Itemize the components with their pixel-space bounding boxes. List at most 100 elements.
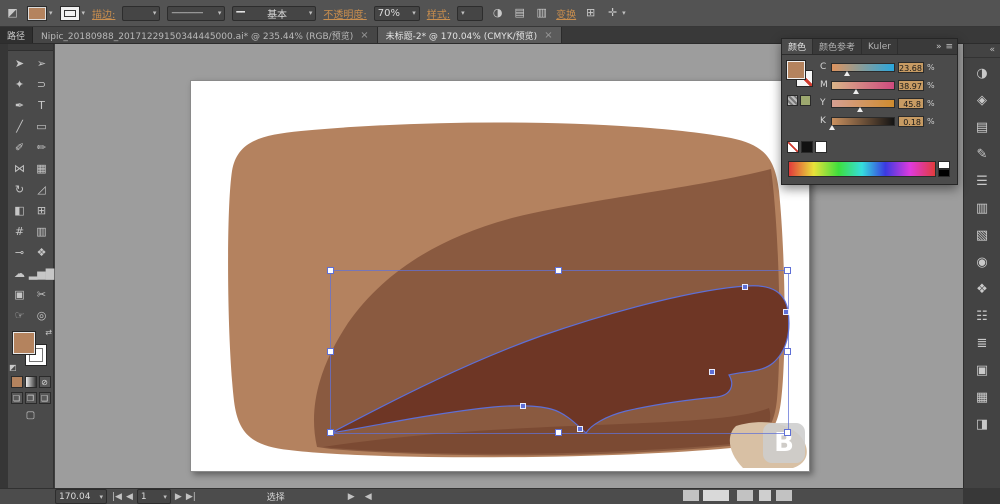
tab-close-icon[interactable]: ×	[544, 30, 552, 41]
artboard[interactable]	[190, 80, 810, 472]
spectrum-black-swatch[interactable]	[938, 169, 950, 177]
align-vertical-icon[interactable]: ▥	[534, 5, 549, 21]
k-slider-track[interactable]	[829, 116, 895, 130]
brush-definition-select[interactable]: ━━ 基本 ▾	[232, 5, 317, 21]
recolor-artwork-icon[interactable]: ◑	[490, 5, 505, 21]
color-guide-panel-icon[interactable]: ◈	[970, 88, 994, 112]
black-swatch[interactable]	[801, 141, 813, 153]
gradient-button[interactable]	[24, 376, 37, 388]
tool-zoom[interactable]: ◎	[31, 305, 53, 326]
paths-panel-tab[interactable]: 路径	[0, 27, 34, 43]
tool-rectangle[interactable]: ▭	[31, 116, 53, 137]
stroke-color-control[interactable]: ▾	[59, 5, 85, 21]
panel-swatch-icon[interactable]: ◩	[5, 5, 20, 21]
tool-magic-wand[interactable]: ✦	[9, 74, 31, 95]
tool-eyedropper[interactable]: ⊸	[9, 242, 31, 263]
y-slider-track[interactable]	[831, 98, 895, 112]
panel-menu-icon[interactable]: ≡	[945, 42, 953, 52]
tool-symbol-sprayer[interactable]: ☁	[9, 263, 31, 284]
tool-column-graph[interactable]: ▂▅▇	[29, 263, 54, 284]
transform-link[interactable]: 变换	[556, 6, 576, 21]
panel-fill-swatch[interactable]	[787, 61, 805, 79]
tool-pen[interactable]: ✒	[9, 95, 31, 116]
fill-swatch[interactable]	[27, 5, 47, 21]
taskbar-item[interactable]	[683, 490, 699, 501]
appearance-panel-icon[interactable]: ◉	[970, 250, 994, 274]
m-slider-track[interactable]	[831, 80, 895, 94]
opacity-select[interactable]: 70% ▾	[373, 5, 420, 21]
tool-artboard[interactable]: ▣	[9, 284, 31, 305]
document-tab[interactable]: Nipic_20180988_20171229150344445000.ai* …	[33, 27, 378, 43]
swap-fill-stroke-icon[interactable]: ⇄	[45, 328, 52, 337]
symbols-panel-icon[interactable]: ☷	[970, 304, 994, 328]
white-swatch[interactable]	[815, 141, 827, 153]
next-artboard-button[interactable]: ▶	[175, 492, 182, 502]
transparency-panel-icon[interactable]: ▧	[970, 223, 994, 247]
style-select[interactable]: ▾	[457, 5, 484, 21]
layers-panel-icon[interactable]: ≣	[970, 331, 994, 355]
tool-scale[interactable]: ◿	[31, 179, 53, 200]
slider-thumb[interactable]	[829, 124, 836, 130]
draw-inside-button[interactable]: ❑	[38, 392, 51, 404]
tool-rotate[interactable]: ↻	[9, 179, 31, 200]
fill-proxy-swatch[interactable]	[13, 332, 35, 354]
gray-swatch[interactable]	[800, 95, 811, 106]
color-spectrum[interactable]	[788, 161, 936, 177]
none-swatch[interactable]	[787, 141, 799, 153]
tool-mesh[interactable]: #	[9, 221, 31, 242]
dock-expand-icon[interactable]: «	[964, 44, 1000, 58]
style-link[interactable]: 样式:	[427, 6, 450, 21]
tab-kuler[interactable]: Kuler	[862, 39, 898, 54]
swatches-panel-icon[interactable]: ▤	[970, 115, 994, 139]
taskbar-item[interactable]	[759, 490, 771, 501]
taskbar-item[interactable]	[703, 490, 729, 501]
draw-behind-button[interactable]: ❐	[24, 392, 37, 404]
tool-lasso[interactable]: ⊃	[31, 74, 53, 95]
status-collapse-icon[interactable]: ◀	[365, 492, 372, 502]
slider-value[interactable]: 0.18	[898, 115, 924, 127]
stroke-weight-select[interactable]: ▾	[122, 5, 161, 21]
taskbar-item[interactable]	[776, 490, 792, 501]
prev-artboard-button[interactable]: ◀	[126, 492, 133, 502]
tool-free-transform[interactable]: ▦	[31, 158, 53, 179]
pathfinder-panel-icon[interactable]: ◨	[970, 412, 994, 436]
slider-thumb[interactable]	[843, 70, 850, 76]
document-tab[interactable]: 未标题-2* @ 170.04% (CMYK/预览) ×	[377, 27, 562, 43]
slider-value[interactable]: 45.8	[898, 97, 924, 109]
tool-shape-builder[interactable]: ◧	[9, 200, 31, 221]
tool-width[interactable]: ⋈	[9, 158, 31, 179]
artboards-panel-icon[interactable]: ▣	[970, 358, 994, 382]
screen-mode-button[interactable]: ▢	[8, 410, 53, 421]
gradient-panel-icon[interactable]: ▥	[970, 196, 994, 220]
graphic-styles-panel-icon[interactable]: ❖	[970, 277, 994, 301]
tool-perspective-grid[interactable]: ⊞	[31, 200, 53, 221]
pattern-swatch[interactable]	[787, 95, 798, 106]
taskbar-item[interactable]	[737, 490, 753, 501]
tab-color-guide[interactable]: 颜色参考	[813, 39, 863, 54]
zoom-select[interactable]: 170.04 ▾	[55, 489, 107, 504]
slider-thumb[interactable]	[857, 106, 864, 112]
tab-color[interactable]: 颜色	[782, 39, 814, 54]
tab-close-icon[interactable]: ×	[360, 30, 368, 41]
stroke-swatch[interactable]	[59, 5, 80, 21]
stroke-link[interactable]: 描边:	[92, 6, 115, 21]
tool-hand[interactable]: ☞	[9, 305, 31, 326]
first-artboard-button[interactable]: |◀	[112, 492, 122, 502]
variable-width-profile-select[interactable]: ———— ▾	[167, 5, 226, 21]
none-button[interactable]: ⊘	[38, 376, 51, 388]
brushes-panel-icon[interactable]: ✎	[970, 142, 994, 166]
tool-gradient[interactable]: ▥	[31, 221, 53, 242]
align-horizontal-icon[interactable]: ▤	[512, 5, 527, 21]
reference-point-control[interactable]: ✛ ▾	[605, 5, 626, 21]
tool-selection[interactable]: ➤	[9, 53, 31, 74]
fill-color-control[interactable]: ▾	[27, 5, 53, 21]
tool-type[interactable]: T	[31, 95, 53, 116]
tool-slice[interactable]: ✂	[31, 284, 53, 305]
slider-value[interactable]: 38.97	[898, 79, 924, 91]
color-panel-icon[interactable]: ◑	[970, 61, 994, 85]
status-expand-icon[interactable]: ▶	[348, 492, 355, 502]
panel-collapse-icon[interactable]: »	[936, 42, 942, 52]
c-slider-track[interactable]	[831, 62, 895, 76]
opacity-link[interactable]: 不透明度:	[323, 6, 366, 21]
align-panel-icon[interactable]: ▦	[970, 385, 994, 409]
